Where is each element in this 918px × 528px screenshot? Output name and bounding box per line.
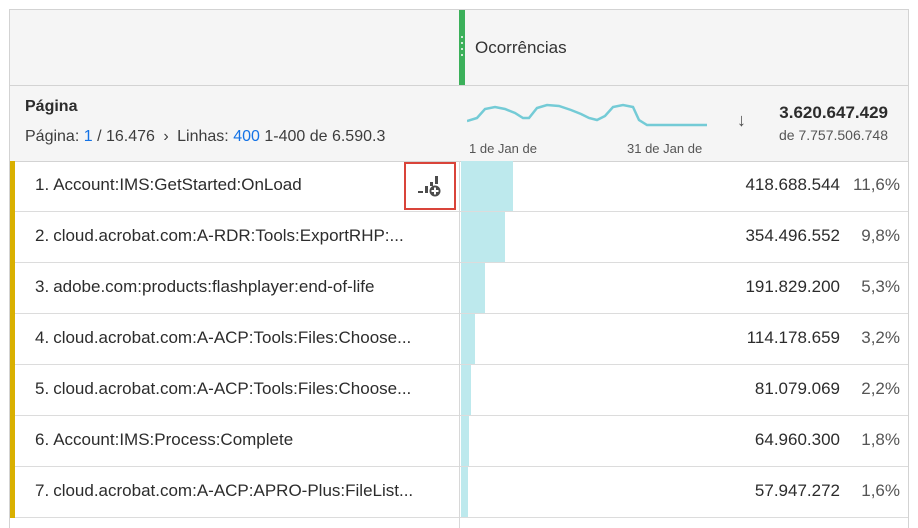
row-label[interactable]: 7. cloud.acrobat.com:A-ACP:APRO-Plus:File… [35, 481, 453, 501]
row-accent [10, 467, 15, 518]
row-label-text: cloud.acrobat.com:A-ACP:Tools:Files:Choo… [53, 328, 412, 347]
sparkline-line [467, 103, 707, 127]
row-bar [461, 212, 505, 262]
row-label[interactable]: 4. cloud.acrobat.com:A-ACP:Tools:Files:Ch… [35, 328, 453, 348]
grand-total: de 7.757.506.748 [779, 127, 888, 143]
row-value: 64.960.300 [754, 430, 840, 449]
rows-label: Linhas: [177, 128, 229, 145]
row-label[interactable]: 5. cloud.acrobat.com:A-ACP:Tools:Files:Ch… [35, 379, 453, 399]
row-value: 191.829.200 [745, 277, 840, 296]
total-pages: / 16.476 [97, 128, 155, 145]
row-number: 5. [35, 379, 50, 398]
row-label-text: Account:IMS:Process:Complete [53, 430, 294, 449]
rows-per-page-select[interactable]: 400 [233, 128, 260, 145]
row-number: 4. [35, 328, 50, 347]
current-page-input[interactable]: 1 [84, 128, 93, 145]
row-label-text: cloud.acrobat.com:A-ACP:Tools:Files:Choo… [53, 379, 412, 398]
pagination: Página: 1 / 16.476 › Linhas: 400 1-400 d… [25, 128, 459, 146]
row-accent [10, 365, 15, 416]
metric-column-title[interactable]: Ocorrências [475, 38, 567, 58]
row-value: 354.496.552 [745, 226, 840, 245]
row-percent: 2,2% [861, 379, 900, 398]
total-value: 3.620.647.429 [779, 103, 888, 122]
row-accent [10, 314, 15, 365]
row-percent: 3,2% [861, 328, 900, 347]
row-bar [461, 467, 468, 517]
row-bar [461, 263, 485, 313]
sparkline-start-label: 1 de Jan de [469, 141, 537, 156]
row-number: 6. [35, 430, 50, 449]
row-percent: 5,3% [861, 277, 900, 296]
row-number: 3. [35, 277, 50, 296]
row-bar [461, 161, 513, 211]
row-percent: 9,8% [861, 226, 900, 245]
row-percent: 1,6% [861, 481, 900, 500]
row-value: 418.688.544 [745, 175, 840, 194]
sparkline-end-label: 31 de Jan de [627, 141, 703, 156]
dimension-title[interactable]: Página [25, 98, 77, 116]
row-range: 1-400 de 6.590.3 [264, 128, 386, 145]
row-bar [461, 416, 469, 466]
row-number: 1. [35, 175, 50, 194]
sparkline-chart [467, 103, 707, 127]
row-number: 7. [35, 481, 50, 500]
next-page-icon[interactable]: › [163, 128, 168, 145]
freeform-table: Ocorrências Página Página: 1 / 16.476 › … [9, 9, 909, 528]
breakdown-add-icon[interactable] [404, 162, 456, 210]
row-accent [10, 161, 15, 212]
row-value: 57.947.272 [754, 481, 840, 500]
row-label[interactable]: 3. adobe.com:products:flashplayer:end-of-… [35, 277, 453, 297]
summary-row: Página Página: 1 / 16.476 › Linhas: 400 … [10, 86, 908, 162]
row-label[interactable]: 2. cloud.acrobat.com:A-RDR:Tools:ExportRH… [35, 226, 453, 246]
row-bar [461, 365, 471, 415]
page-label: Página: [25, 128, 80, 145]
sort-descending-icon[interactable]: ↓ [737, 110, 746, 131]
row-label[interactable]: 6. Account:IMS:Process:Complete [35, 430, 453, 450]
row-label-text: cloud.acrobat.com:A-RDR:Tools:ExportRHP:… [53, 226, 404, 245]
table-header: Ocorrências [10, 10, 908, 86]
column-divider [459, 161, 460, 528]
row-number: 2. [35, 226, 50, 245]
row-bar [461, 314, 475, 364]
row-percent: 11,6% [853, 175, 900, 194]
row-value: 81.079.069 [754, 379, 840, 398]
row-label-text: Account:IMS:GetStarted:OnLoad [53, 175, 302, 194]
row-percent: 1,8% [861, 430, 900, 449]
row-accent [10, 263, 15, 314]
row-label-text: adobe.com:products:flashplayer:end-of-li… [53, 277, 375, 296]
metric-drag-handle[interactable] [459, 10, 465, 85]
row-label[interactable]: 1. Account:IMS:GetStarted:OnLoad [35, 175, 453, 195]
row-label-text: cloud.acrobat.com:A-ACP:APRO-Plus:FileLi… [53, 481, 414, 500]
row-accent [10, 212, 15, 263]
row-value: 114.178.659 [746, 328, 840, 347]
row-accent [10, 416, 15, 467]
